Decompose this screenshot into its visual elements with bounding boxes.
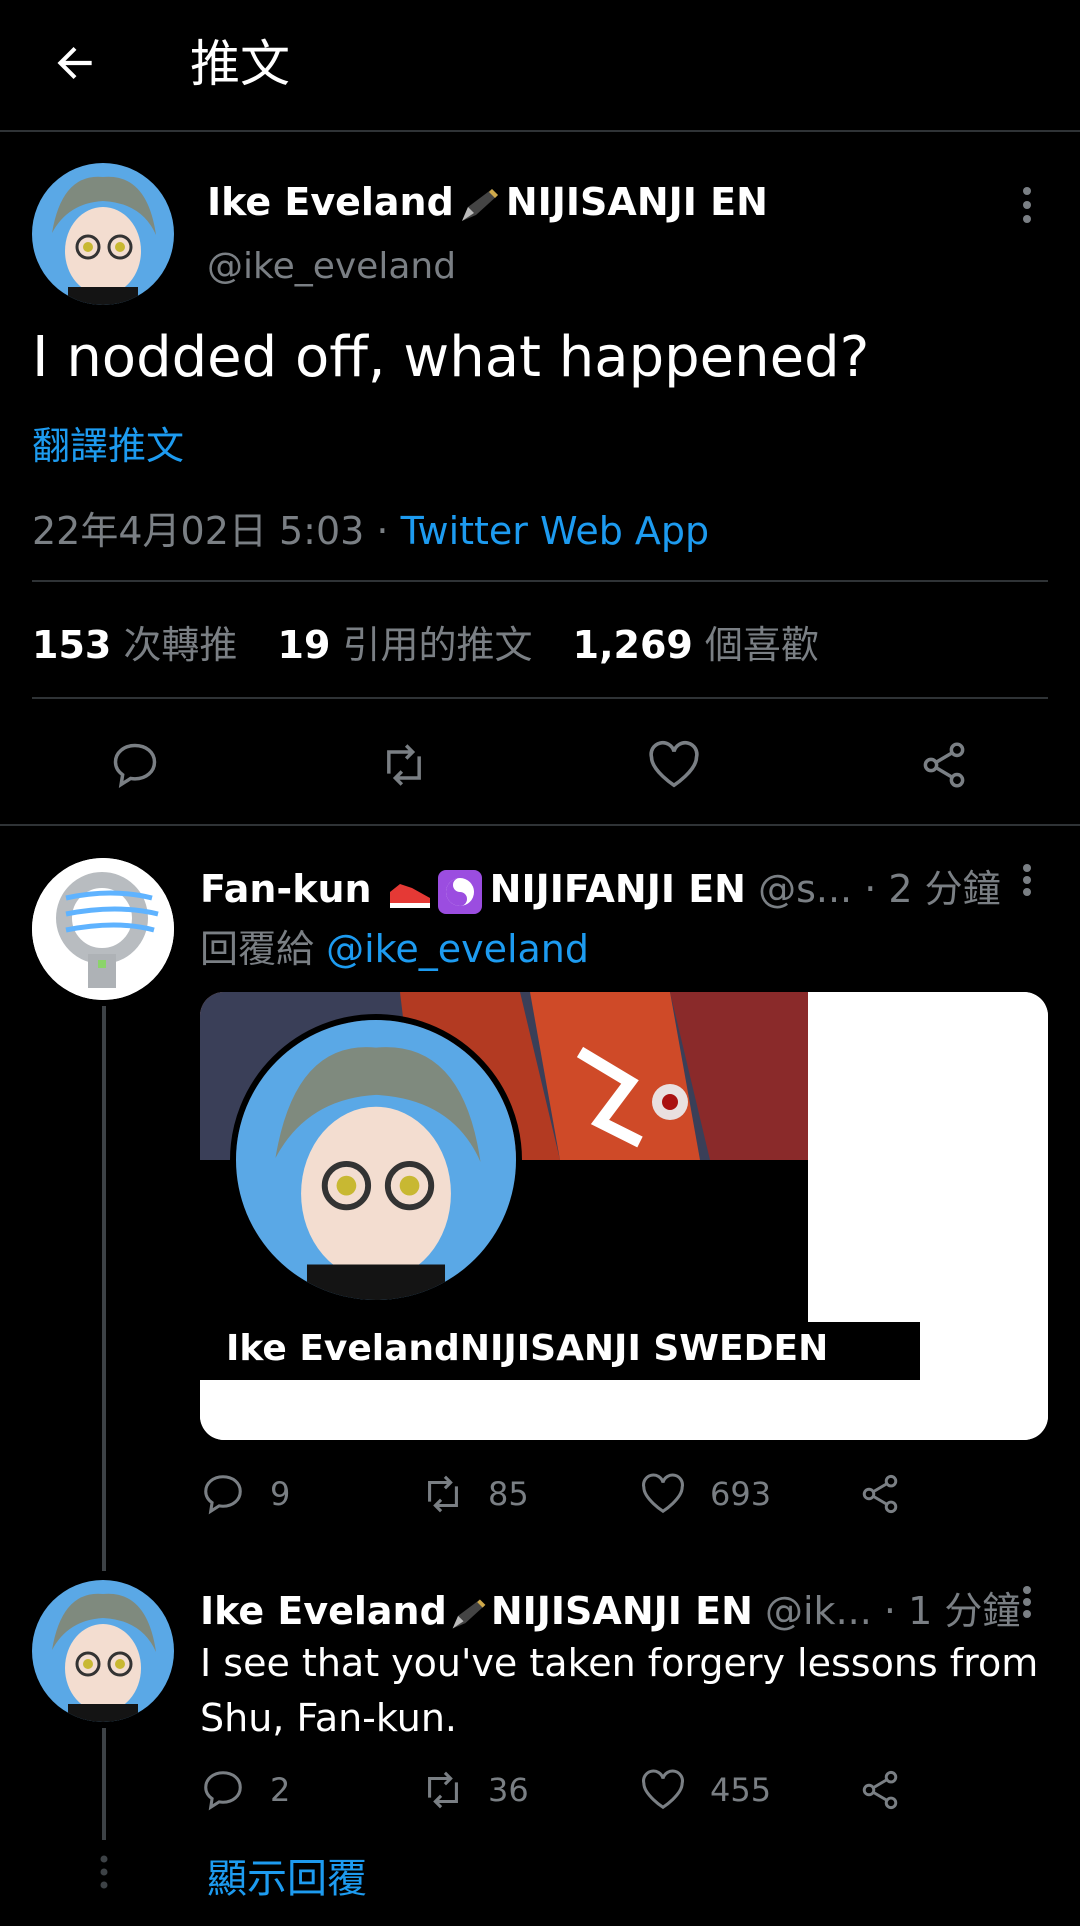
like-icon[interactable] bbox=[644, 735, 704, 795]
replying-to-handle[interactable]: @ike_eveland bbox=[326, 927, 589, 971]
tweet-stats: 153 次轉推 19 引用的推文 1,269 個喜歡 bbox=[32, 614, 819, 669]
divider bbox=[0, 824, 1080, 826]
tweet-timestamp[interactable]: 22年4月02日 5:03 · bbox=[32, 509, 388, 553]
tweet-source[interactable]: Twitter Web App bbox=[401, 509, 710, 553]
share-icon[interactable] bbox=[914, 735, 974, 795]
reply-icon bbox=[200, 1767, 246, 1813]
reply1-likes-count: 693 bbox=[710, 1475, 772, 1513]
pen-icon bbox=[449, 1595, 489, 1633]
back-arrow-icon[interactable] bbox=[48, 36, 102, 90]
yin-yang-icon bbox=[437, 869, 482, 914]
reply2-like-button[interactable]: 455 bbox=[640, 1766, 771, 1814]
share-icon[interactable] bbox=[856, 1766, 904, 1814]
image-bottom-band bbox=[200, 1380, 1048, 1440]
reply1-time: · 2 分鐘 bbox=[864, 867, 1001, 911]
author-avatar[interactable] bbox=[32, 163, 174, 305]
reply1-handle: @s... bbox=[758, 867, 853, 911]
more-options-icon[interactable] bbox=[1010, 860, 1044, 900]
divider bbox=[32, 697, 1048, 699]
fan-kun-avatar[interactable] bbox=[32, 858, 174, 1000]
reply-icon bbox=[200, 1471, 246, 1517]
pen-icon bbox=[458, 185, 502, 225]
like-icon bbox=[640, 1472, 686, 1516]
retweet-icon bbox=[418, 1471, 468, 1517]
author-name-row[interactable]: Ike Eveland NIJISANJI EN bbox=[207, 180, 768, 225]
like-icon bbox=[640, 1768, 686, 1812]
author-avatar[interactable] bbox=[32, 1580, 174, 1722]
reply1-author-name: Fan-kun bbox=[200, 867, 372, 911]
author-org: NIJISANJI EN bbox=[505, 180, 768, 224]
thread-line bbox=[102, 1006, 106, 1571]
reply2-header[interactable]: Ike Eveland NIJISANJI EN @ik... · 1 分鐘 bbox=[200, 1580, 1020, 1635]
likes-stat[interactable]: 1,269 個喜歡 bbox=[573, 623, 819, 667]
replying-to-label: 回覆給 bbox=[200, 927, 315, 971]
attached-image[interactable]: Ike EvelandNIJISANJI SWEDEN bbox=[200, 992, 1048, 1440]
reply2-text-line2: Shu, Fan-kun. bbox=[200, 1696, 457, 1740]
tweet-text: I nodded off, what happened? bbox=[32, 325, 870, 390]
share-icon[interactable] bbox=[856, 1470, 904, 1518]
reply2-time: · 1 分鐘 bbox=[883, 1589, 1021, 1633]
reply-icon[interactable] bbox=[105, 735, 165, 795]
quotes-stat[interactable]: 19 引用的推文 bbox=[278, 623, 533, 667]
reply2-author-name: Ike Eveland bbox=[200, 1589, 447, 1633]
reply2-reply-button[interactable]: 2 bbox=[200, 1766, 290, 1814]
tweet-meta: 22年4月02日 5:03 · Twitter Web App bbox=[32, 500, 709, 555]
sneaker-icon bbox=[386, 874, 434, 910]
reply1-reply-button[interactable]: 9 bbox=[200, 1470, 290, 1518]
show-replies-link[interactable]: 顯示回覆 bbox=[207, 1846, 367, 1904]
author-handle[interactable]: @ike_eveland bbox=[207, 246, 456, 287]
more-options-icon[interactable] bbox=[1010, 180, 1044, 230]
reply2-retweets-count: 36 bbox=[488, 1771, 529, 1809]
reply2-retweet-button[interactable]: 36 bbox=[418, 1766, 529, 1814]
reply2-likes-count: 455 bbox=[710, 1771, 772, 1809]
thread-line bbox=[102, 1728, 106, 1840]
reply1-like-button[interactable]: 693 bbox=[640, 1470, 771, 1518]
retweet-icon[interactable] bbox=[374, 735, 434, 795]
author-name: Ike Eveland bbox=[207, 180, 454, 224]
page-title: 推文 bbox=[190, 35, 290, 93]
reply2-handle: @ik... bbox=[765, 1589, 872, 1633]
image-caption: Ike EvelandNIJISANJI SWEDEN bbox=[226, 1328, 829, 1369]
retweet-icon bbox=[418, 1767, 468, 1813]
reply1-retweets-count: 85 bbox=[488, 1475, 529, 1513]
translate-tweet-link[interactable]: 翻譯推文 bbox=[32, 415, 184, 470]
image-profile-avatar bbox=[230, 1014, 522, 1306]
replying-to: 回覆給 @ike_eveland bbox=[200, 918, 589, 973]
top-bar: 推文 bbox=[0, 0, 1080, 132]
reply1-author-org: NIJIFANJI EN bbox=[489, 867, 746, 911]
image-white-block bbox=[808, 992, 1048, 1322]
more-options-icon[interactable] bbox=[1010, 1582, 1044, 1622]
retweets-stat[interactable]: 153 次轉推 bbox=[32, 623, 237, 667]
thread-more-dots bbox=[98, 1855, 110, 1889]
divider bbox=[32, 580, 1048, 582]
reply2-replies-count: 2 bbox=[270, 1771, 291, 1809]
reply2-author-org: NIJISANJI EN bbox=[490, 1589, 753, 1633]
reply2-text: I see that you've taken forgery lessons … bbox=[200, 1636, 1038, 1746]
reply1-replies-count: 9 bbox=[270, 1475, 291, 1513]
reply1-header[interactable]: Fan-kun NIJIFANJI EN @s... · 2 分鐘 bbox=[200, 858, 1001, 914]
reply2-text-line1: I see that you've taken forgery lessons … bbox=[200, 1641, 1039, 1685]
reply1-retweet-button[interactable]: 85 bbox=[418, 1470, 529, 1518]
